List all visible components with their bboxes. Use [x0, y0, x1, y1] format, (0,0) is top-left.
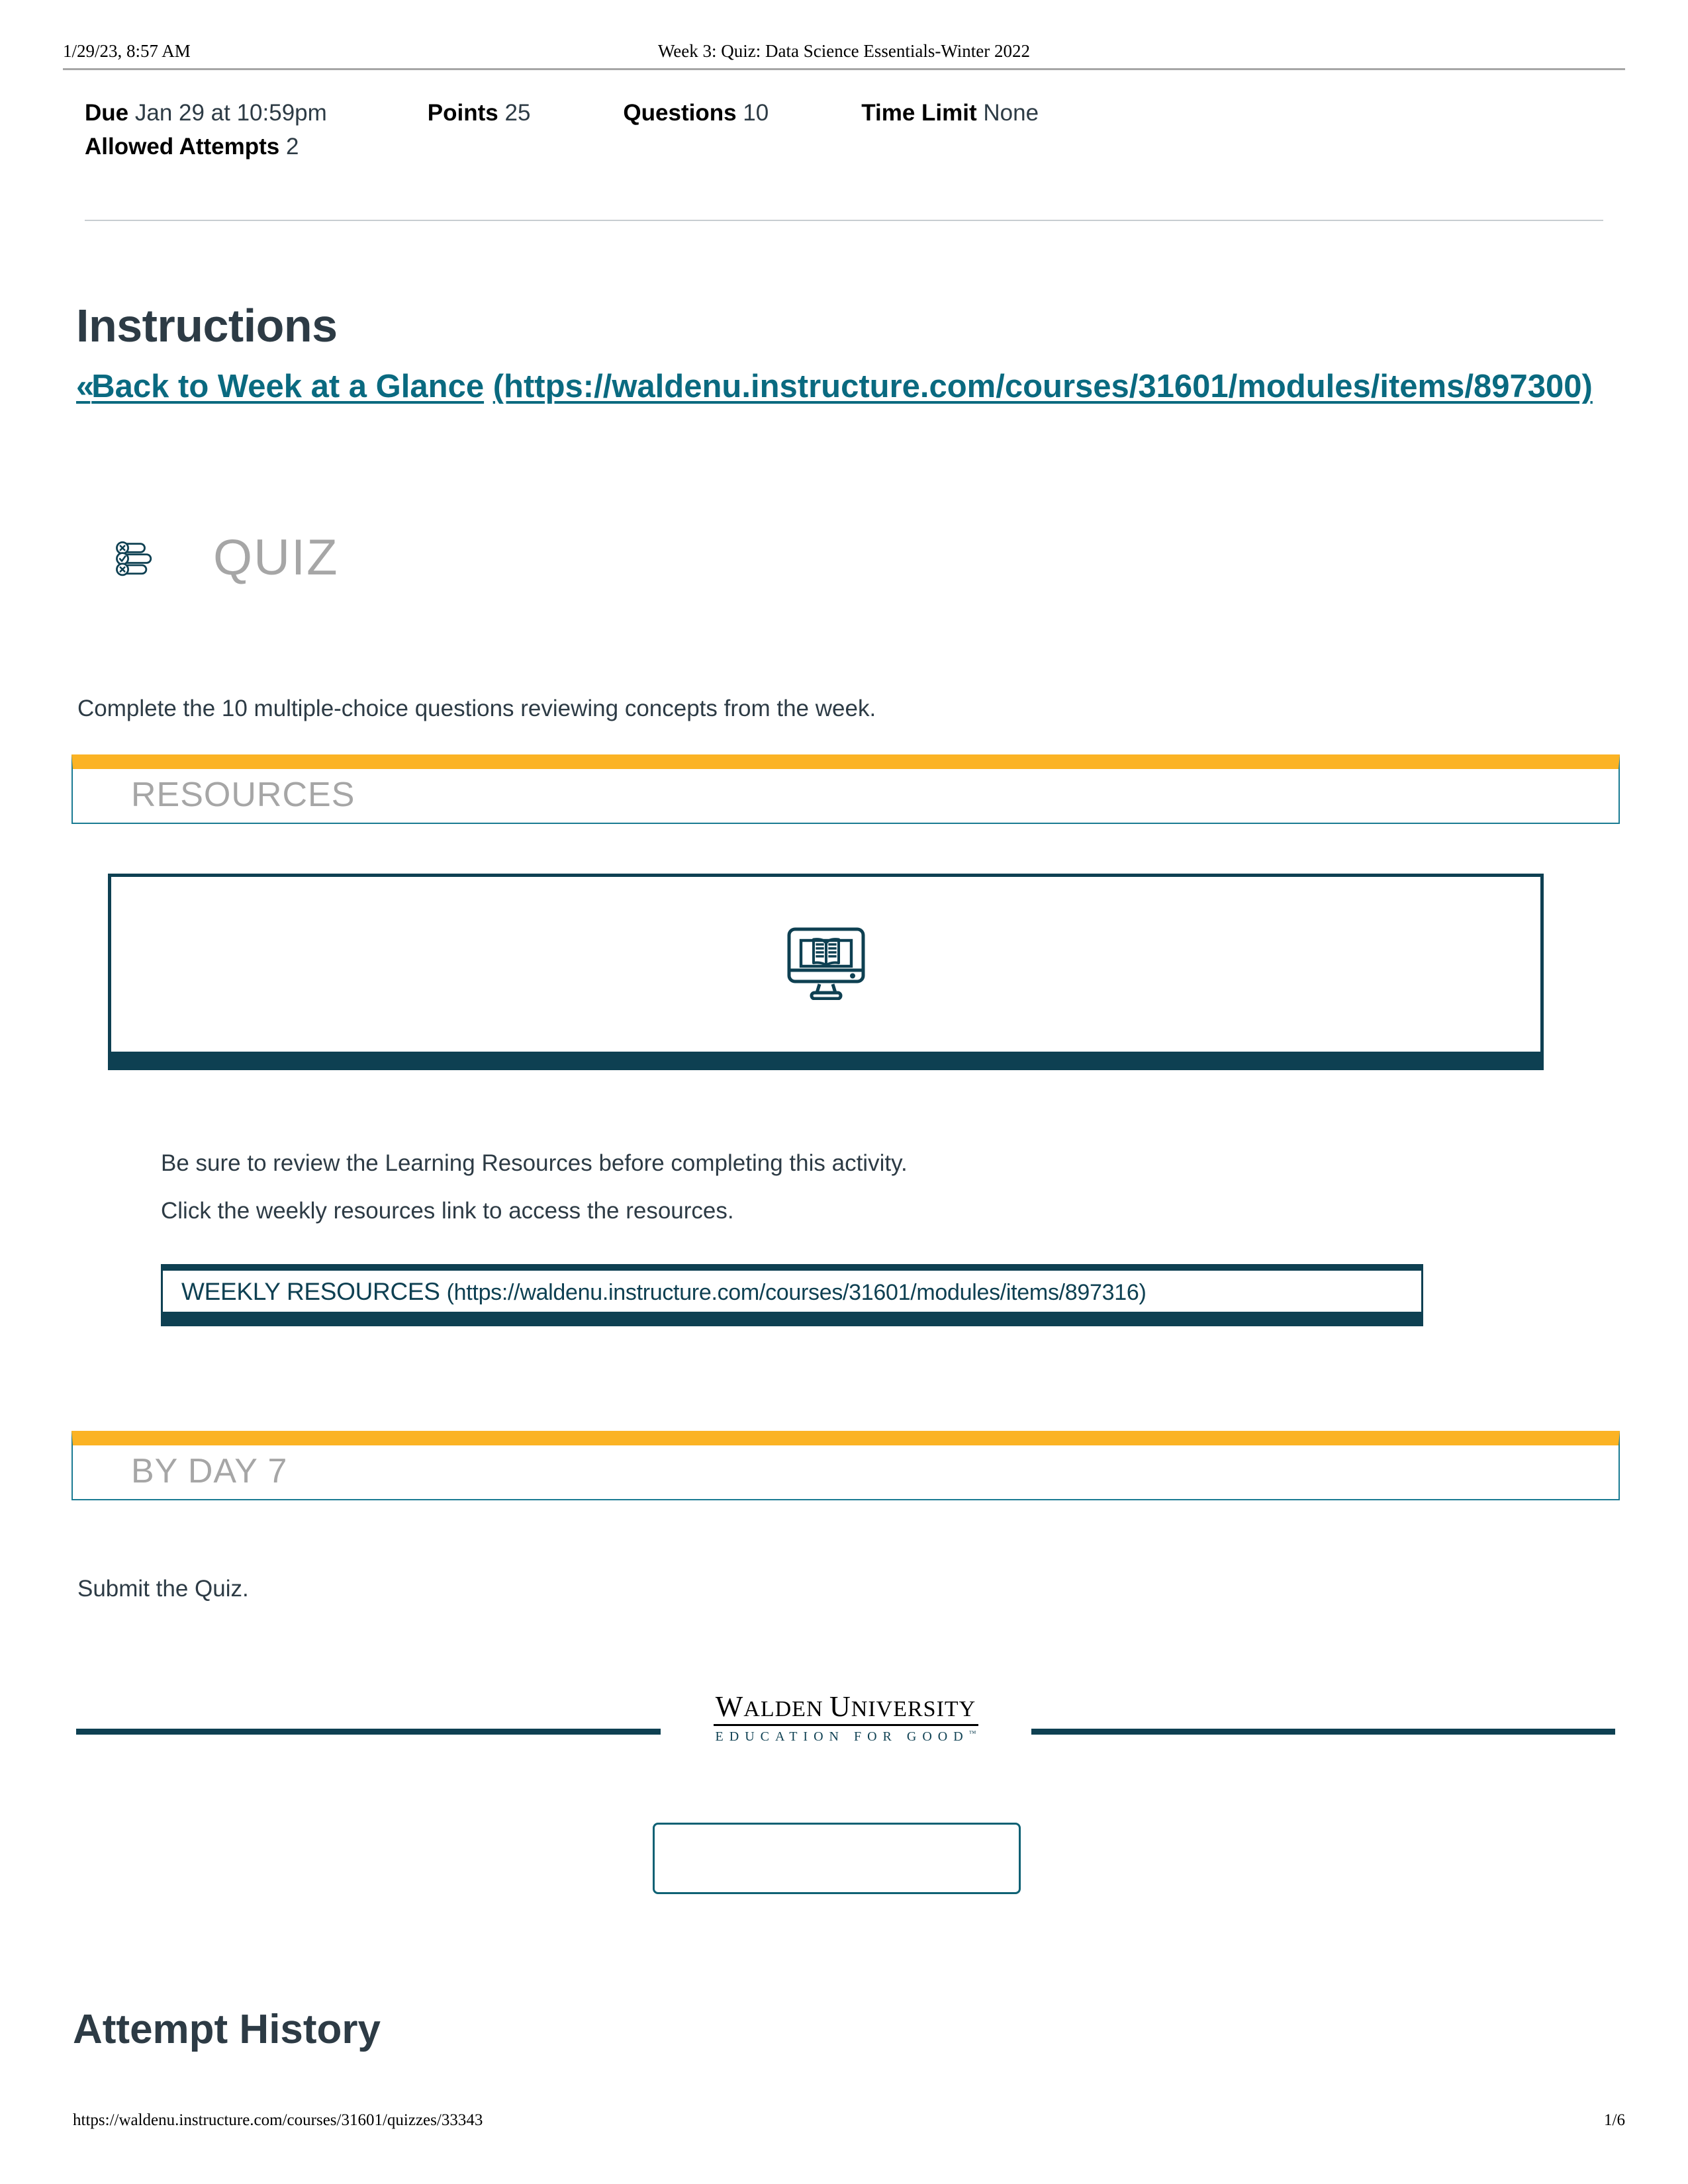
walden-logo: WALDEN UNIVERSITY EDUCATION FOR GOOD™ — [660, 1690, 1031, 1745]
logo-divider-rule — [713, 1724, 978, 1727]
quiz-meta-row-2: Allowed Attempts 2 — [85, 133, 1603, 161]
walden-tagline-text: EDUCATION FOR GOOD — [715, 1729, 969, 1745]
meta-questions-value: 10 — [743, 100, 769, 126]
double-chevron-left-icon: « — [76, 369, 94, 404]
byday-copy: Submit the Quiz. — [77, 1576, 249, 1602]
attempt-history-heading: Attempt History — [73, 2007, 381, 2053]
meta-attempts-value: 2 — [286, 133, 299, 159]
meta-points: Points 25 — [428, 99, 531, 128]
meta-time-limit: Time Limit None — [861, 99, 1039, 128]
meta-due-label: Due — [85, 100, 129, 126]
logo-u: U — [829, 1690, 851, 1723]
back-to-week-link-url[interactable]: (https://waldenu.instructure.com/courses… — [493, 369, 1593, 404]
quiz-meta: Due Jan 29 at 10:59pm Points 25 Question… — [85, 99, 1603, 161]
back-to-week-link-text: Back to Week at a Glance — [91, 369, 485, 404]
byday-section-header: BY DAY 7 — [71, 1431, 1620, 1500]
print-header-title: Week 3: Quiz: Data Science Essentials-Wi… — [657, 41, 1031, 61]
logo-niversity: NIVERSITY — [851, 1697, 976, 1721]
meta-questions: Questions 10 — [623, 99, 769, 128]
print-footer-url: https://waldenu.instructure.com/courses/… — [73, 2111, 483, 2129]
header-divider — [63, 68, 1625, 70]
meta-time-limit-label: Time Limit — [861, 100, 977, 126]
logo-rule-left — [76, 1729, 692, 1735]
walden-logo-tagline: EDUCATION FOR GOOD™ — [661, 1729, 1031, 1745]
meta-questions-label: Questions — [623, 100, 737, 126]
walden-logo-name: WALDEN UNIVERSITY — [661, 1690, 1031, 1723]
quiz-meta-row-1: Due Jan 29 at 10:59pm Points 25 Question… — [85, 99, 1603, 128]
meta-due: Due Jan 29 at 10:59pm — [85, 99, 327, 128]
weekly-resources-button[interactable]: WEEKLY RESOURCES (https://waldenu.instru… — [161, 1264, 1423, 1326]
logo-rule-right — [1000, 1729, 1615, 1735]
resources-copy-line-2: Click the weekly resources link to acces… — [161, 1198, 734, 1224]
quiz-checklist-icon — [113, 533, 162, 582]
meta-points-label: Points — [427, 100, 498, 126]
trademark-icon: ™ — [968, 1729, 976, 1738]
walden-logo-band: WALDEN UNIVERSITY EDUCATION FOR GOOD™ — [76, 1690, 1615, 1754]
weekly-resources-url: (https://waldenu.instructure.com/courses… — [446, 1279, 1147, 1305]
back-to-week-link-url-wrap: (https://waldenu.instructure.com/courses… — [493, 369, 1593, 404]
empty-placeholder-box — [653, 1823, 1021, 1894]
meta-attempts-label: Allowed Attempts — [85, 133, 280, 159]
quiz-print-page: 1/29/23, 8:57 AM Week 3: Quiz: Data Scie… — [0, 0, 1688, 2184]
print-footer: https://waldenu.instructure.com/courses/… — [73, 2111, 1625, 2130]
meta-points-value: 25 — [504, 100, 531, 126]
resources-copy: Be sure to review the Learning Resources… — [161, 1152, 908, 1222]
byday-section-label: BY DAY 7 — [131, 1451, 288, 1490]
logo-alden: ALDEN — [743, 1697, 829, 1721]
back-to-week-link[interactable]: «Back to Week at a Glance — [76, 369, 484, 404]
resources-icon-panel — [108, 874, 1544, 1070]
meta-allowed-attempts: Allowed Attempts 2 — [85, 133, 299, 161]
quiz-description: Complete the 10 multiple-choice question… — [77, 696, 876, 721]
instructions-heading: Instructions — [76, 299, 338, 351]
meta-due-value: Jan 29 at 10:59pm — [134, 100, 327, 126]
print-header: 1/29/23, 8:57 AM Week 3: Quiz: Data Scie… — [63, 41, 1625, 68]
back-to-week-link-block: «Back to Week at a Glance (https://walde… — [76, 367, 1615, 407]
logo-w: W — [715, 1690, 744, 1723]
meta-time-limit-value: None — [983, 100, 1039, 126]
quiz-heading-block: QUIZ — [113, 533, 339, 583]
quiz-heading-label: QUIZ — [213, 529, 339, 586]
meta-divider — [85, 220, 1603, 221]
weekly-resources-button-text: WEEKLY RESOURCES (https://waldenu.instru… — [181, 1277, 1147, 1305]
resources-copy-line-1: Be sure to review the Learning Resources… — [161, 1150, 908, 1176]
resources-section-header: RESOURCES — [71, 754, 1620, 824]
weekly-resources-label: WEEKLY RESOURCES — [181, 1277, 440, 1305]
resources-section-label: RESOURCES — [131, 775, 355, 814]
monitor-book-icon — [785, 927, 867, 1000]
print-footer-page: 1/6 — [1604, 2111, 1625, 2129]
